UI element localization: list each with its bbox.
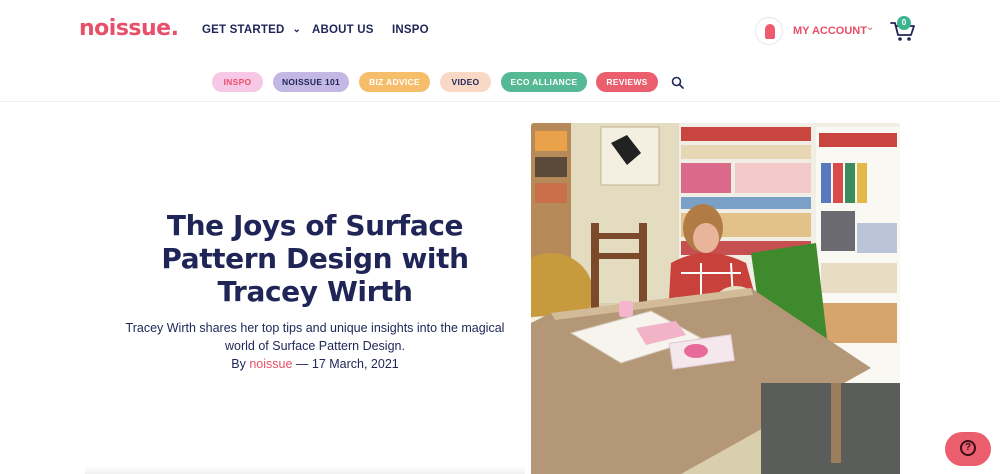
my-account-link[interactable]: MY ACCOUNT — [793, 25, 867, 37]
chevron-down-icon[interactable]: ⌄ — [866, 22, 874, 33]
category-noissue-101[interactable]: NOISSUE 101 — [273, 72, 349, 92]
brand-logo[interactable]: noissue. — [79, 16, 179, 41]
category-reviews[interactable]: REVIEWS — [596, 72, 658, 92]
article-description: Tracey Wirth shares her top tips and uni… — [125, 321, 505, 353]
nav-get-started-label: GET STARTED — [202, 24, 285, 36]
chevron-down-icon: ⌄ — [292, 24, 302, 35]
nav-inspo[interactable]: INSPO — [392, 24, 429, 36]
author-link[interactable]: noissue — [249, 357, 292, 371]
byline-prefix: By — [231, 357, 246, 371]
nav-get-started[interactable]: GET STARTED ⌄ — [202, 24, 301, 36]
cart-count-badge: 0 — [897, 16, 911, 30]
nav-about-us[interactable]: ABOUT US — [312, 24, 374, 36]
article-date: — 17 March, 2021 — [295, 357, 399, 371]
hero-photo — [531, 123, 900, 474]
category-biz-advice[interactable]: BIZ ADVICE — [359, 72, 430, 92]
search-icon[interactable] — [671, 76, 684, 89]
category-inspo[interactable]: INSPO — [212, 72, 263, 92]
help-icon: ? — [960, 440, 976, 456]
article-title: The Joys of Surface Pattern Design with … — [161, 209, 469, 308]
site-header: noissue. GET STARTED ⌄ ABOUT US INSPO MY … — [0, 0, 1000, 62]
category-video[interactable]: VIDEO — [440, 72, 491, 92]
avatar-icon[interactable] — [755, 17, 783, 45]
article-byline: By noissue — 17 March, 2021 — [122, 355, 508, 373]
help-button[interactable]: ? — [945, 432, 991, 466]
category-eco-alliance[interactable]: ECO ALLIANCE — [501, 72, 587, 92]
content-divider — [85, 466, 525, 474]
category-bar: INSPO NOISSUE 101 BIZ ADVICE VIDEO ECO A… — [0, 62, 1000, 102]
